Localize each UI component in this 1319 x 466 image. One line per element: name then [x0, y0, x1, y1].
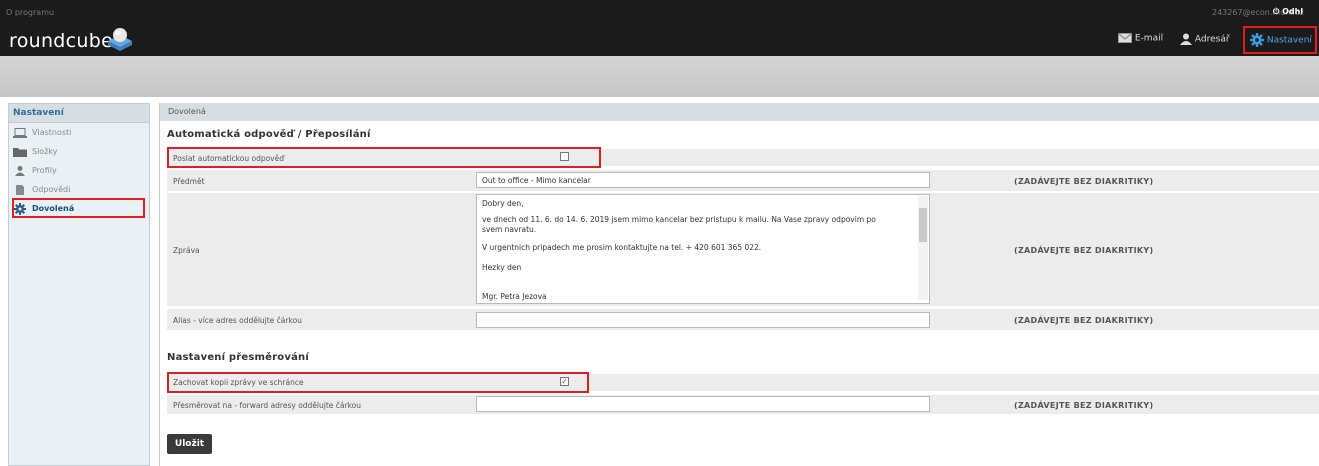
message-line: svem navratu.	[482, 225, 537, 234]
nav-addressbook[interactable]: Adresář	[1180, 33, 1230, 45]
auto-reply-heading: Automatická odpověď / Přeposílání	[167, 129, 371, 140]
message-line: Hezky den	[482, 263, 522, 272]
sidebar-item-odpovedi[interactable]: Odpovědi	[13, 182, 70, 198]
sidebar-item-label: Vlastnosti	[32, 128, 72, 137]
folder-icon	[13, 147, 27, 157]
top-bar: O programu 243267@econ.muni.cz ⏻ Odhl ro…	[0, 0, 1319, 56]
send-auto-reply-highlight-box	[167, 147, 601, 168]
envelope-icon	[1118, 33, 1132, 43]
scrollbar-thumb[interactable]	[919, 208, 927, 242]
dovolena-highlight-box	[12, 198, 145, 218]
forward-label: Přesměrovat na - forward adresy oddělujt…	[173, 401, 362, 410]
laptop-icon	[13, 127, 27, 138]
nav-email[interactable]: E-mail	[1118, 33, 1163, 44]
settings-sidebar: Nastavení Vlastnosti Složky Profily Odpo…	[8, 103, 150, 466]
subject-input[interactable]: Out to office - Mimo kancelar	[476, 172, 930, 188]
person-icon	[1180, 33, 1192, 45]
person-icon	[15, 165, 25, 176]
message-line: V urgentnich pripadech me prosim kontakt…	[482, 243, 762, 252]
sidebar-item-label: Profily	[32, 166, 57, 175]
sidebar-item-vlastnosti[interactable]: Vlastnosti	[13, 125, 71, 141]
toolbar-band	[0, 56, 1319, 97]
roundcube-logo-text: roundcube	[9, 30, 114, 52]
message-line: Dobry den,	[482, 199, 524, 208]
subject-label: Předmět	[173, 177, 205, 186]
logout-label: Odhl	[1282, 7, 1304, 16]
settings-highlight-box	[1243, 26, 1317, 54]
power-icon: ⏻	[1273, 7, 1280, 16]
subject-hint: (ZADÁVEJTE BEZ DIAKRITIKY)	[1014, 177, 1154, 186]
logout-button[interactable]: ⏻ Odhl	[1273, 7, 1303, 17]
alias-label: Alias - více adres oddělujte čárkou	[173, 316, 302, 325]
nav-email-label: E-mail	[1134, 33, 1164, 44]
message-hint: (ZADÁVEJTE BEZ DIAKRITIKY)	[1014, 246, 1154, 255]
about-link[interactable]: O programu	[6, 8, 54, 17]
sidebar-item-profily[interactable]: Profily	[13, 163, 57, 179]
forwarding-heading: Nastavení přesměrování	[167, 352, 309, 363]
save-button[interactable]: Uložit	[167, 434, 212, 454]
document-icon	[16, 184, 24, 195]
message-scrollbar[interactable]	[918, 196, 928, 300]
nav-addressbook-label: Adresář	[1194, 34, 1230, 45]
sidebar-item-label: Odpovědi	[32, 185, 71, 194]
sidebar-item-label: Složky	[32, 147, 58, 156]
message-textarea[interactable]: Dobry den, ve dnech od 11. 6. do 14. 6. …	[476, 194, 930, 304]
message-label: Zpráva	[173, 246, 200, 255]
message-line: Mgr. Petra Jezova	[482, 292, 547, 301]
forward-hint: (ZADÁVEJTE BEZ DIAKRITIKY)	[1014, 401, 1154, 410]
keep-copy-highlight-box	[167, 372, 589, 393]
forward-input[interactable]	[476, 396, 930, 412]
sidebar-title: Nastavení	[9, 104, 149, 123]
alias-input[interactable]	[476, 312, 930, 328]
roundcube-logo-icon	[108, 28, 132, 51]
breadcrumb: Dovolená	[160, 103, 1319, 121]
sidebar-item-slozky[interactable]: Složky	[13, 144, 57, 160]
alias-hint: (ZADÁVEJTE BEZ DIAKRITIKY)	[1014, 316, 1154, 325]
message-line: ve dnech od 11. 6. do 14. 6. 2019 jsem m…	[482, 215, 876, 224]
